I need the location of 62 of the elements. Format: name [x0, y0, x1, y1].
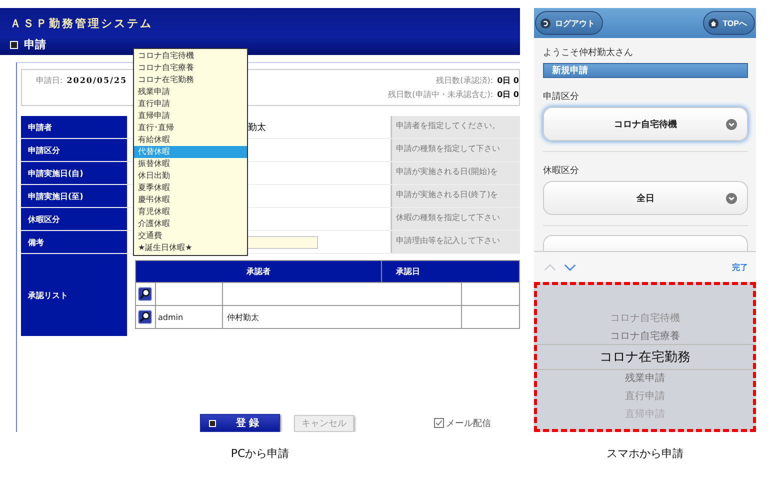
form-label: 申請者 — [21, 116, 127, 138]
done-button[interactable]: 完了 — [732, 262, 748, 272]
apply-date: 2020/05/25 — [66, 75, 128, 87]
search-icon[interactable] — [138, 287, 152, 301]
form-label: 備考 — [21, 231, 127, 253]
app-title: ＡＳＰ勤務管理システム — [10, 16, 154, 31]
dropdown-option[interactable]: コロナ自宅療養 — [134, 62, 247, 74]
logout-button[interactable]: ログアウト — [535, 11, 603, 35]
form-label: 申請実施日(至) — [21, 185, 127, 207]
dropdown-option[interactable]: 振替休暇 — [134, 158, 247, 170]
top-button[interactable]: TOPへ — [702, 11, 755, 35]
apply-date-label: 申請日: — [36, 75, 63, 87]
mail-label: メール配信 — [446, 418, 491, 430]
dropdown-option[interactable]: 直帰申請 — [134, 110, 247, 122]
dropdown-option[interactable]: 直行･直帰 — [134, 122, 247, 134]
section-heading: 新規申請 — [543, 63, 748, 78]
dropdown-option[interactable]: 交通費 — [134, 230, 247, 242]
field-label: 申請区分 — [543, 90, 580, 103]
remaining-value: 0日 0 — [497, 75, 519, 86]
column-header: 承認日 — [394, 266, 421, 278]
back-arrow-icon — [540, 18, 551, 28]
home-icon — [708, 18, 719, 28]
form-hint: 休暇の種類を指定して下さい — [391, 208, 520, 230]
dropdown-option[interactable]: コロナ在宅勤務 — [134, 74, 247, 86]
dropdown-option[interactable]: ★誕生日休暇★ — [134, 242, 247, 254]
form-label: 申請区分 — [21, 139, 127, 161]
column-header: 承認者 — [136, 261, 382, 282]
dropdown-option[interactable]: 有給休暇 — [134, 134, 247, 146]
section-title: 申請 — [24, 37, 46, 52]
chevron-down-icon — [726, 192, 737, 204]
applicant-name: 勤太 — [248, 122, 266, 134]
field-label: 休暇区分 — [543, 164, 580, 177]
approver-name: 仲村勤太 — [227, 312, 259, 322]
dropdown-option[interactable]: 直行申請 — [134, 98, 247, 110]
search-icon[interactable] — [138, 310, 152, 324]
bullet-icon — [10, 40, 18, 48]
form-hint: 申請が実施される日(開始)を — [391, 162, 520, 184]
form-hint: 申請理由等を記入して下さい — [391, 231, 520, 253]
caption: PCから申請 — [230, 446, 290, 461]
chevron-down-icon — [726, 118, 737, 130]
select-field[interactable]: コロナ自宅待機 — [543, 107, 748, 141]
register-button[interactable]: 登 録 — [200, 414, 280, 432]
picker-option[interactable]: コロナ在宅勤務 — [600, 346, 690, 370]
form-hint: 申請の種類を指定して下さい — [391, 139, 520, 161]
chevron-down-icon[interactable] — [564, 264, 576, 270]
mail-checkbox[interactable] — [434, 418, 444, 428]
form-label: 承認リスト — [21, 254, 127, 336]
remaining-value: 0日 0 — [497, 89, 519, 100]
form-hint: 申請者を指定してください。 — [391, 116, 520, 138]
form-hint: 申請が実施される日(終了)を — [391, 185, 520, 207]
form-label: 休暇区分 — [21, 208, 127, 230]
welcome-text: ようこそ仲村勤太さん — [543, 46, 634, 59]
dropdown-option[interactable]: 夏季休暇 — [134, 182, 247, 194]
select-field[interactable]: 全日 — [543, 181, 748, 215]
caption: スマホから申請 — [606, 446, 684, 461]
remaining-label: 残日数(承認済): — [436, 75, 494, 86]
dropdown-option[interactable]: コロナ自宅待機 — [134, 50, 247, 62]
approver-id: admin — [158, 312, 184, 322]
dropdown-option[interactable]: 育児休暇 — [134, 206, 247, 218]
remaining-label: 残日数(申請中・未承認含む): — [388, 89, 494, 100]
dropdown-option[interactable]: 残業申請 — [134, 86, 247, 98]
form-label: 申請実施日(自) — [21, 162, 127, 184]
